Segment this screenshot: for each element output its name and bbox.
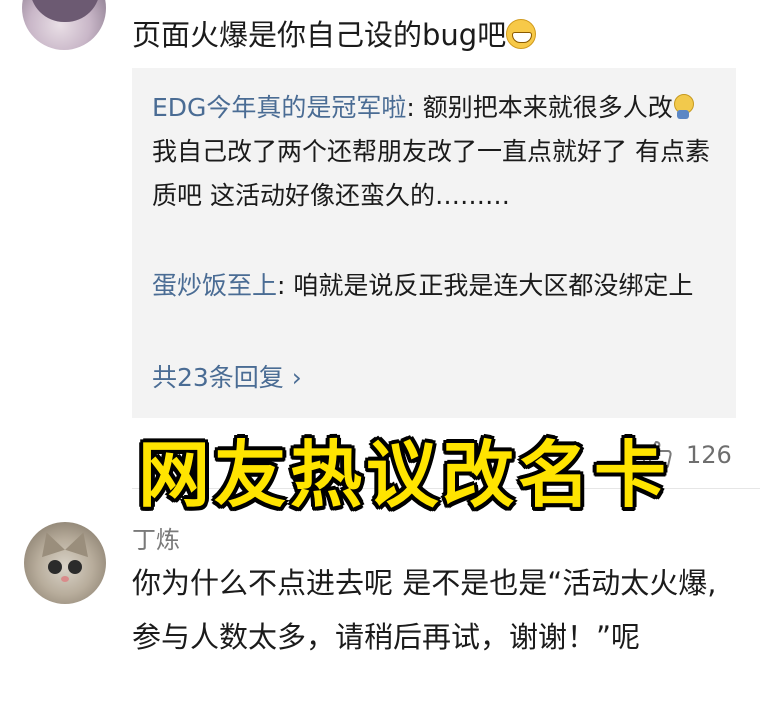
reply-text-continued: 我自己改了两个还帮朋友改了一直点就好了 有点素质吧 这活动好像还蛮久的………	[152, 137, 710, 210]
cat-nose	[61, 576, 69, 582]
reply-item[interactable]: 蛋炒饭至上: 咱就是说反正我是连大区都没绑定上	[152, 264, 712, 308]
view-all-replies-link[interactable]: 共23条回复 ›	[152, 358, 302, 394]
cat-ear	[35, 528, 65, 558]
comment-text: 页面火爆是你自己设的bug吧	[132, 12, 537, 54]
comment-thread: 页面火爆是你自己设的bug吧 EDG今年真的是冠军啦: 额别把本来就很多人改 我…	[0, 0, 760, 720]
crying-emoji-icon	[673, 94, 694, 120]
cat-eye	[48, 560, 62, 574]
avatar[interactable]	[24, 522, 106, 604]
comment-text: 你为什么不点进去呢 是不是也是“活动太火爆,参与人数太多，请稍后再试，谢谢！”呢	[132, 566, 717, 654]
reply-text: : 咱就是说反正我是连大区都没绑定上	[277, 271, 694, 300]
reply-author[interactable]: 蛋炒饭至上	[152, 271, 277, 300]
comment-text-content: 页面火爆是你自己设的bug吧	[132, 18, 507, 52]
avatar-hair	[30, 0, 100, 22]
reply-text: : 额别把本来就很多人改	[406, 93, 673, 122]
avatar[interactable]	[22, 0, 106, 50]
like-count: 126	[686, 441, 732, 469]
username[interactable]: 丁炼	[132, 520, 180, 555]
reply-item[interactable]: EDG今年真的是冠军啦: 额别把本来就很多人改 我自己改了两个还帮朋友改了一直点…	[152, 86, 712, 218]
cat-eye	[68, 560, 82, 574]
cat-ear	[65, 528, 95, 558]
reply-author[interactable]: EDG今年真的是冠军啦	[152, 93, 406, 122]
overlay-caption: 网友热议改名卡	[138, 433, 671, 517]
grin-emoji-icon	[506, 19, 537, 49]
reply-box[interactable]: EDG今年真的是冠军啦: 额别把本来就很多人改 我自己改了两个还帮朋友改了一直点…	[132, 68, 736, 418]
